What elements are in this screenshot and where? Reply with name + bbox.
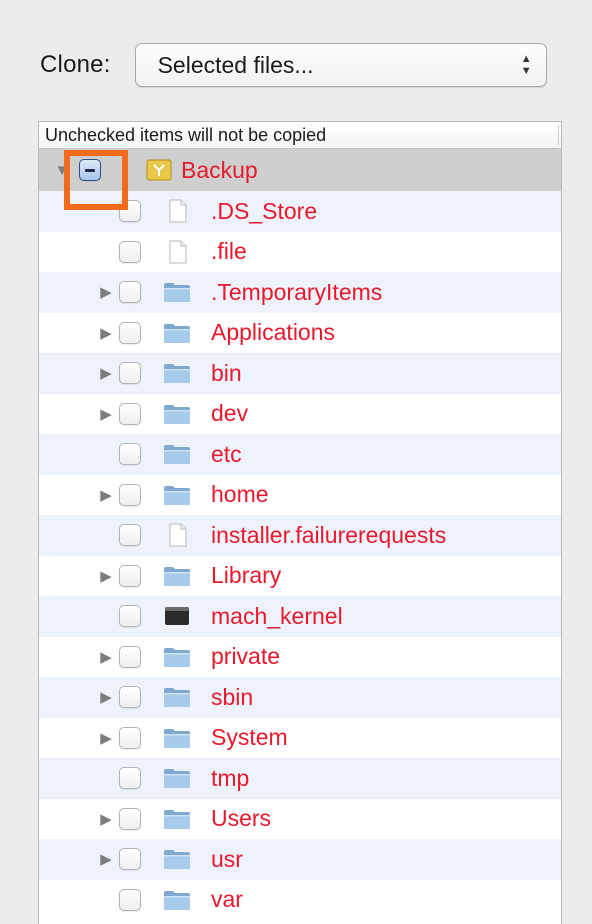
outline-row[interactable]: .file bbox=[39, 232, 561, 273]
item-checkbox[interactable] bbox=[119, 200, 141, 223]
folder-icon bbox=[163, 807, 191, 831]
drive-icon bbox=[145, 158, 173, 182]
item-label: System bbox=[211, 724, 288, 751]
outline-row[interactable]: ▶ sbin bbox=[39, 677, 561, 718]
item-checkbox[interactable] bbox=[119, 362, 141, 385]
item-label: installer.failurerequests bbox=[211, 521, 447, 548]
disclosure-triangle-collapsed-icon[interactable]: ▶ bbox=[99, 325, 113, 342]
folder-icon bbox=[163, 645, 191, 669]
item-checkbox[interactable] bbox=[119, 240, 141, 263]
disclosure-triangle-collapsed-icon[interactable]: ▶ bbox=[99, 365, 113, 382]
root-label: Backup bbox=[181, 156, 258, 183]
disclosure-triangle-collapsed-icon[interactable]: ▶ bbox=[99, 568, 113, 585]
clone-selected-value: Selected files... bbox=[157, 51, 314, 78]
outline-row[interactable]: ▶ .TemporaryItems bbox=[39, 272, 561, 313]
outline-rows: ▼ Backup .DS_Store .file ▶ .TemporaryItems ▶ Ap… bbox=[39, 149, 561, 920]
item-label: Applications bbox=[211, 319, 336, 346]
item-label: var bbox=[211, 886, 243, 913]
folder-icon bbox=[163, 847, 191, 871]
item-checkbox[interactable] bbox=[119, 888, 141, 911]
item-checkbox[interactable] bbox=[119, 402, 141, 425]
item-label: etc bbox=[211, 440, 242, 467]
outline-column-header: Unchecked items will not be copied bbox=[39, 122, 561, 149]
folder-icon bbox=[163, 726, 191, 750]
file-icon bbox=[163, 240, 191, 264]
item-label: bin bbox=[211, 359, 242, 386]
disclosure-triangle-collapsed-icon[interactable]: ▶ bbox=[99, 649, 113, 666]
disclosure-triangle-expanded-icon[interactable]: ▼ bbox=[55, 162, 70, 179]
item-label: private bbox=[211, 643, 281, 670]
outline-row[interactable]: var bbox=[39, 880, 561, 921]
item-checkbox[interactable] bbox=[119, 483, 141, 506]
item-label: .DS_Store bbox=[211, 197, 318, 224]
outline-row[interactable]: ▶ home bbox=[39, 475, 561, 516]
item-checkbox[interactable] bbox=[119, 807, 141, 830]
outline-row[interactable]: tmp bbox=[39, 758, 561, 799]
item-label: .file bbox=[211, 238, 247, 265]
item-label: home bbox=[211, 481, 269, 508]
clone-row: Clone: Selected files... ▲ ▼ bbox=[40, 40, 547, 90]
clone-popup-button[interactable]: Selected files... ▲ ▼ bbox=[134, 43, 547, 87]
up-down-arrows-icon: ▲ ▼ bbox=[520, 53, 532, 77]
item-checkbox[interactable] bbox=[119, 443, 141, 466]
outline-row-root[interactable]: ▼ Backup bbox=[39, 149, 561, 191]
item-label: dev bbox=[211, 400, 249, 427]
item-checkbox[interactable] bbox=[119, 848, 141, 871]
outline-row[interactable]: ▶ Library bbox=[39, 556, 561, 597]
item-checkbox[interactable] bbox=[119, 767, 141, 790]
disclosure-triangle-collapsed-icon[interactable]: ▶ bbox=[99, 811, 113, 828]
executable-icon bbox=[163, 604, 191, 628]
folder-icon bbox=[163, 280, 191, 304]
file-icon bbox=[163, 199, 191, 223]
disclosure-triangle-collapsed-icon[interactable]: ▶ bbox=[99, 487, 113, 504]
item-checkbox[interactable] bbox=[119, 564, 141, 587]
folder-icon bbox=[163, 321, 191, 345]
folder-icon bbox=[163, 361, 191, 385]
outline-row[interactable]: ▶ private bbox=[39, 637, 561, 678]
item-label: tmp bbox=[211, 764, 250, 791]
folder-icon bbox=[163, 766, 191, 790]
outline-row[interactable]: ▶ Applications bbox=[39, 313, 561, 354]
folder-icon bbox=[163, 402, 191, 426]
folder-icon bbox=[163, 564, 191, 588]
item-checkbox[interactable] bbox=[119, 281, 141, 304]
clone-label: Clone: bbox=[40, 51, 111, 78]
outline-row[interactable]: ▶ System bbox=[39, 718, 561, 759]
disclosure-triangle-collapsed-icon[interactable]: ▶ bbox=[99, 730, 113, 747]
outline-row[interactable]: ▶ usr bbox=[39, 839, 561, 880]
item-label: Library bbox=[211, 562, 282, 589]
item-label: .TemporaryItems bbox=[211, 278, 383, 305]
disclosure-triangle-collapsed-icon[interactable]: ▶ bbox=[99, 406, 113, 423]
outline-row[interactable]: ▶ Users bbox=[39, 799, 561, 840]
folder-icon bbox=[163, 442, 191, 466]
file-icon bbox=[163, 523, 191, 547]
item-checkbox[interactable] bbox=[119, 726, 141, 749]
outline-row[interactable]: .DS_Store bbox=[39, 191, 561, 232]
disclosure-triangle-collapsed-icon[interactable]: ▶ bbox=[99, 851, 113, 868]
item-checkbox[interactable] bbox=[119, 605, 141, 628]
item-checkbox[interactable] bbox=[119, 524, 141, 547]
outline-row[interactable]: etc bbox=[39, 434, 561, 475]
item-label: sbin bbox=[211, 683, 254, 710]
item-checkbox[interactable] bbox=[119, 645, 141, 668]
item-label: usr bbox=[211, 845, 243, 872]
outline-row[interactable]: ▶ bin bbox=[39, 353, 561, 394]
outline-row[interactable]: installer.failurerequests bbox=[39, 515, 561, 556]
folder-icon bbox=[163, 888, 191, 912]
file-outline-view[interactable]: Unchecked items will not be copied ▼ Back… bbox=[38, 121, 562, 924]
outline-row[interactable]: mach_kernel bbox=[39, 596, 561, 637]
disclosure-triangle-collapsed-icon[interactable]: ▶ bbox=[99, 284, 113, 301]
item-label: mach_kernel bbox=[211, 602, 343, 629]
item-label: Users bbox=[211, 805, 272, 832]
outline-row[interactable]: ▶ dev bbox=[39, 394, 561, 435]
disclosure-triangle-collapsed-icon[interactable]: ▶ bbox=[99, 689, 113, 706]
folder-icon bbox=[163, 483, 191, 507]
item-checkbox[interactable] bbox=[119, 686, 141, 709]
item-checkbox[interactable] bbox=[119, 321, 141, 344]
folder-icon bbox=[163, 685, 191, 709]
root-checkbox-mixed[interactable] bbox=[79, 159, 101, 181]
